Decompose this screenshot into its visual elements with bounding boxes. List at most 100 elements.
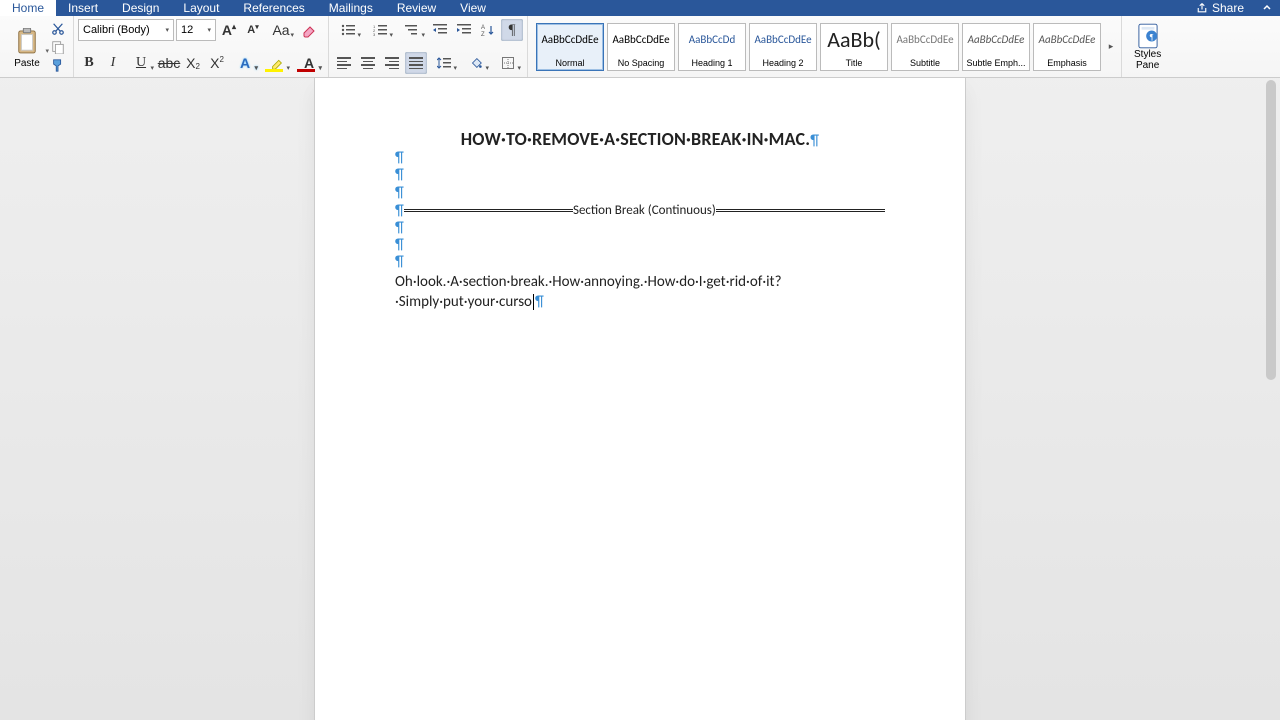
- document-title[interactable]: HOW·TO·REMOVE·A·SECTION·BREAK·IN·MAC.¶: [395, 128, 885, 150]
- tab-view[interactable]: View: [448, 0, 498, 16]
- style-subtle-emph[interactable]: AaBbCcDdEeSubtle Emph...: [962, 23, 1030, 71]
- body-text-line[interactable]: Oh·look.·A·section·break.·How·annoying.·…: [395, 272, 885, 313]
- show-formatting-button[interactable]: ¶: [501, 19, 523, 41]
- style-heading-1[interactable]: AaBbCcDdHeading 1: [678, 23, 746, 71]
- shading-button[interactable]: ▾: [461, 52, 491, 74]
- bullets-icon: [341, 24, 355, 36]
- multilevel-icon: [405, 24, 419, 36]
- multilevel-list-button[interactable]: ▾: [397, 19, 427, 41]
- align-left-icon: [337, 57, 351, 69]
- chevron-down-icon: ▾: [318, 64, 322, 72]
- font-name-dropdown[interactable]: Calibri (Body) ▾: [78, 19, 174, 41]
- clipboard-icon: [16, 28, 38, 54]
- tab-insert[interactable]: Insert: [56, 0, 110, 16]
- change-case-button[interactable]: Aa▾: [266, 19, 296, 41]
- body-text: Oh·look.·A·section·break.·How·annoying.·…: [395, 273, 782, 311]
- underline-button[interactable]: U▾: [126, 52, 156, 74]
- chevron-down-icon: ▾: [286, 64, 290, 72]
- tab-design[interactable]: Design: [110, 0, 171, 16]
- line-spacing-button[interactable]: ▾: [429, 52, 459, 74]
- increase-font-button[interactable]: A▴: [218, 19, 240, 41]
- borders-button[interactable]: ▾: [493, 52, 523, 74]
- style-preview: AaBbCcDdEe: [1034, 24, 1100, 56]
- style-emphasis[interactable]: AaBbCcDdEeEmphasis: [1033, 23, 1101, 71]
- vertical-scrollbar[interactable]: [1264, 80, 1278, 716]
- scrollbar-thumb[interactable]: [1266, 80, 1276, 380]
- tab-layout[interactable]: Layout: [171, 0, 231, 16]
- copy-button[interactable]: [51, 40, 65, 54]
- styles-gallery-next[interactable]: ▸: [1105, 19, 1117, 74]
- style-name: No Spacing: [608, 56, 674, 70]
- collapse-ribbon[interactable]: [1254, 0, 1280, 16]
- paint-bucket-icon: [469, 56, 483, 70]
- font-size-dropdown[interactable]: 12 ▾: [176, 19, 216, 41]
- pilcrow-icon: ¶: [395, 167, 885, 184]
- align-center-button[interactable]: [357, 52, 379, 74]
- share-icon: [1196, 2, 1208, 14]
- document-area[interactable]: HOW·TO·REMOVE·A·SECTION·BREAK·IN·MAC.¶ ¶…: [0, 78, 1280, 720]
- svg-text:A: A: [481, 25, 485, 31]
- style-normal[interactable]: AaBbCcDdEeNormal: [536, 23, 604, 71]
- justify-button[interactable]: [405, 52, 427, 74]
- text-effects-button[interactable]: A▾: [230, 52, 260, 74]
- section-break-label: Section Break (Continuous): [573, 203, 716, 218]
- chevron-down-icon: ▾: [207, 26, 211, 34]
- borders-icon: [502, 57, 514, 69]
- style-name: Subtitle: [892, 56, 958, 70]
- number-list-button[interactable]: 123 ▾: [365, 19, 395, 41]
- tab-mailings[interactable]: Mailings: [317, 0, 385, 16]
- chevron-down-icon: ▾: [254, 64, 258, 72]
- chevron-down-icon: ▾: [150, 64, 154, 72]
- tab-references[interactable]: References: [231, 0, 316, 16]
- bold-button[interactable]: B: [78, 52, 100, 74]
- clear-formatting-button[interactable]: [298, 19, 320, 41]
- style-preview: AaBbCcDdEe: [608, 24, 674, 56]
- italic-button[interactable]: I: [102, 52, 124, 74]
- scissors-icon: [51, 22, 65, 36]
- decrease-indent-button[interactable]: [429, 19, 451, 41]
- tab-home[interactable]: Home: [0, 0, 56, 16]
- style-name: Heading 2: [750, 56, 816, 70]
- align-left-button[interactable]: [333, 52, 355, 74]
- decrease-font-button[interactable]: A▾: [242, 19, 264, 41]
- chevron-down-icon: ▾: [453, 64, 457, 72]
- document-page[interactable]: HOW·TO·REMOVE·A·SECTION·BREAK·IN·MAC.¶ ¶…: [315, 78, 965, 720]
- chevron-down-icon: ▾: [389, 31, 393, 39]
- paste-label: Paste: [14, 58, 40, 69]
- section-break[interactable]: Section Break (Continuous): [404, 203, 885, 218]
- chevron-down-icon: ▾: [45, 47, 49, 55]
- pilcrow-icon: ¶: [395, 150, 885, 167]
- group-styles-pane: ¶ StylesPane: [1122, 16, 1173, 77]
- superscript-button[interactable]: X2: [206, 52, 228, 74]
- indent-icon: [457, 24, 471, 36]
- pilcrow-icon: ¶: [395, 237, 885, 254]
- highlight-color-button[interactable]: ▾: [262, 52, 292, 74]
- align-right-button[interactable]: [381, 52, 403, 74]
- paste-button[interactable]: ▾ Paste: [7, 19, 47, 74]
- share-button[interactable]: Share: [1186, 0, 1254, 16]
- style-preview: AaBbCcDdEe: [537, 24, 603, 56]
- style-name: Emphasis: [1034, 56, 1100, 70]
- spacing-icon: [437, 57, 451, 69]
- cut-button[interactable]: [51, 22, 65, 36]
- copy-icon: [51, 40, 65, 54]
- styles-pane-button[interactable]: ¶ StylesPane: [1126, 19, 1169, 74]
- pilcrow-icon: ¶: [395, 220, 885, 237]
- highlighter-icon: [270, 56, 284, 70]
- subscript-button[interactable]: X2: [182, 52, 204, 74]
- sort-button[interactable]: AZ: [477, 19, 499, 41]
- style-name: Heading 1: [679, 56, 745, 70]
- group-paragraph: ▾ 123 ▾ ▾ AZ ¶: [329, 16, 528, 77]
- increase-indent-button[interactable]: [453, 19, 475, 41]
- format-painter-button[interactable]: [51, 58, 65, 72]
- align-right-icon: [385, 57, 399, 69]
- bullet-list-button[interactable]: ▾: [333, 19, 363, 41]
- style-subtitle[interactable]: AaBbCcDdEeSubtitle: [891, 23, 959, 71]
- tab-review[interactable]: Review: [385, 0, 448, 16]
- style-heading-2[interactable]: AaBbCcDdEeHeading 2: [749, 23, 817, 71]
- style-no-spacing[interactable]: AaBbCcDdEeNo Spacing: [607, 23, 675, 71]
- chevron-down-icon: ▾: [421, 31, 425, 39]
- style-title[interactable]: AaBb(Title: [820, 23, 888, 71]
- font-color-button[interactable]: A ▾: [294, 52, 324, 74]
- strikethrough-button[interactable]: abc: [158, 52, 180, 74]
